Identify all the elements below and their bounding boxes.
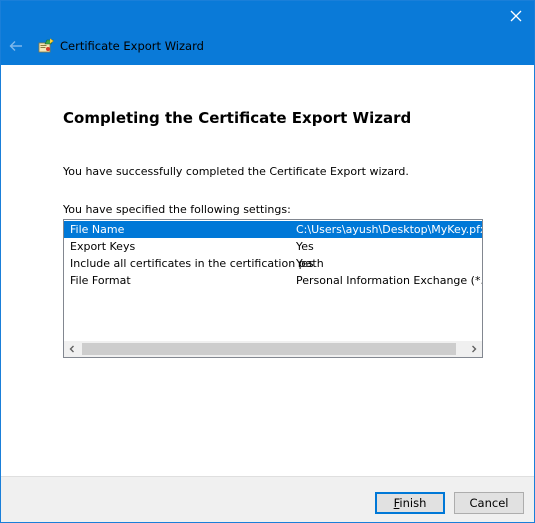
- settings-listbox[interactable]: File Name C:\Users\ayush\Desktop\MyKey.p…: [63, 219, 483, 358]
- settings-row-file-name[interactable]: File Name C:\Users\ayush\Desktop\MyKey.p…: [64, 221, 482, 238]
- scroll-left-button[interactable]: [64, 341, 80, 357]
- settings-label: You have specified the following setting…: [63, 203, 291, 216]
- setting-value: C:\Users\ayush\Desktop\MyKey.pfx: [296, 223, 483, 236]
- setting-key: Include all certificates in the certific…: [70, 257, 324, 270]
- scroll-left-icon: [69, 345, 74, 353]
- setting-value: Personal Information Exchange (*.pfx): [296, 274, 483, 287]
- setting-key: File Name: [70, 223, 125, 236]
- scroll-thumb[interactable]: [82, 343, 456, 355]
- scroll-right-button[interactable]: [466, 341, 482, 357]
- finish-button[interactable]: Finish: [375, 492, 445, 514]
- cancel-button[interactable]: Cancel: [454, 492, 524, 514]
- cancel-button-label: Cancel: [469, 496, 509, 510]
- setting-value: Yes: [296, 257, 314, 270]
- setting-value: Yes: [296, 240, 314, 253]
- finish-button-label: Finish: [393, 496, 427, 510]
- certificate-wizard-icon: [38, 38, 54, 53]
- horizontal-scrollbar[interactable]: [64, 341, 482, 357]
- scroll-right-icon: [472, 345, 477, 353]
- title-bar: Certificate Export Wizard: [1, 1, 534, 65]
- back-button[interactable]: [7, 37, 25, 55]
- settings-row-export-keys[interactable]: Export Keys Yes: [64, 238, 482, 255]
- page-heading: Completing the Certificate Export Wizard: [63, 109, 412, 127]
- close-button[interactable]: [502, 3, 530, 29]
- button-bar: Finish Cancel: [1, 476, 534, 522]
- settings-row-include-all-certs[interactable]: Include all certificates in the certific…: [64, 255, 482, 272]
- close-icon: [510, 10, 522, 22]
- wizard-window: Certificate Export Wizard Completing the…: [0, 0, 535, 523]
- setting-key: File Format: [70, 274, 131, 287]
- setting-key: Export Keys: [70, 240, 136, 253]
- wizard-title: Certificate Export Wizard: [60, 39, 204, 53]
- settings-row-file-format[interactable]: File Format Personal Information Exchang…: [64, 272, 482, 289]
- back-arrow-icon: [9, 41, 22, 51]
- success-message: You have successfully completed the Cert…: [63, 165, 409, 178]
